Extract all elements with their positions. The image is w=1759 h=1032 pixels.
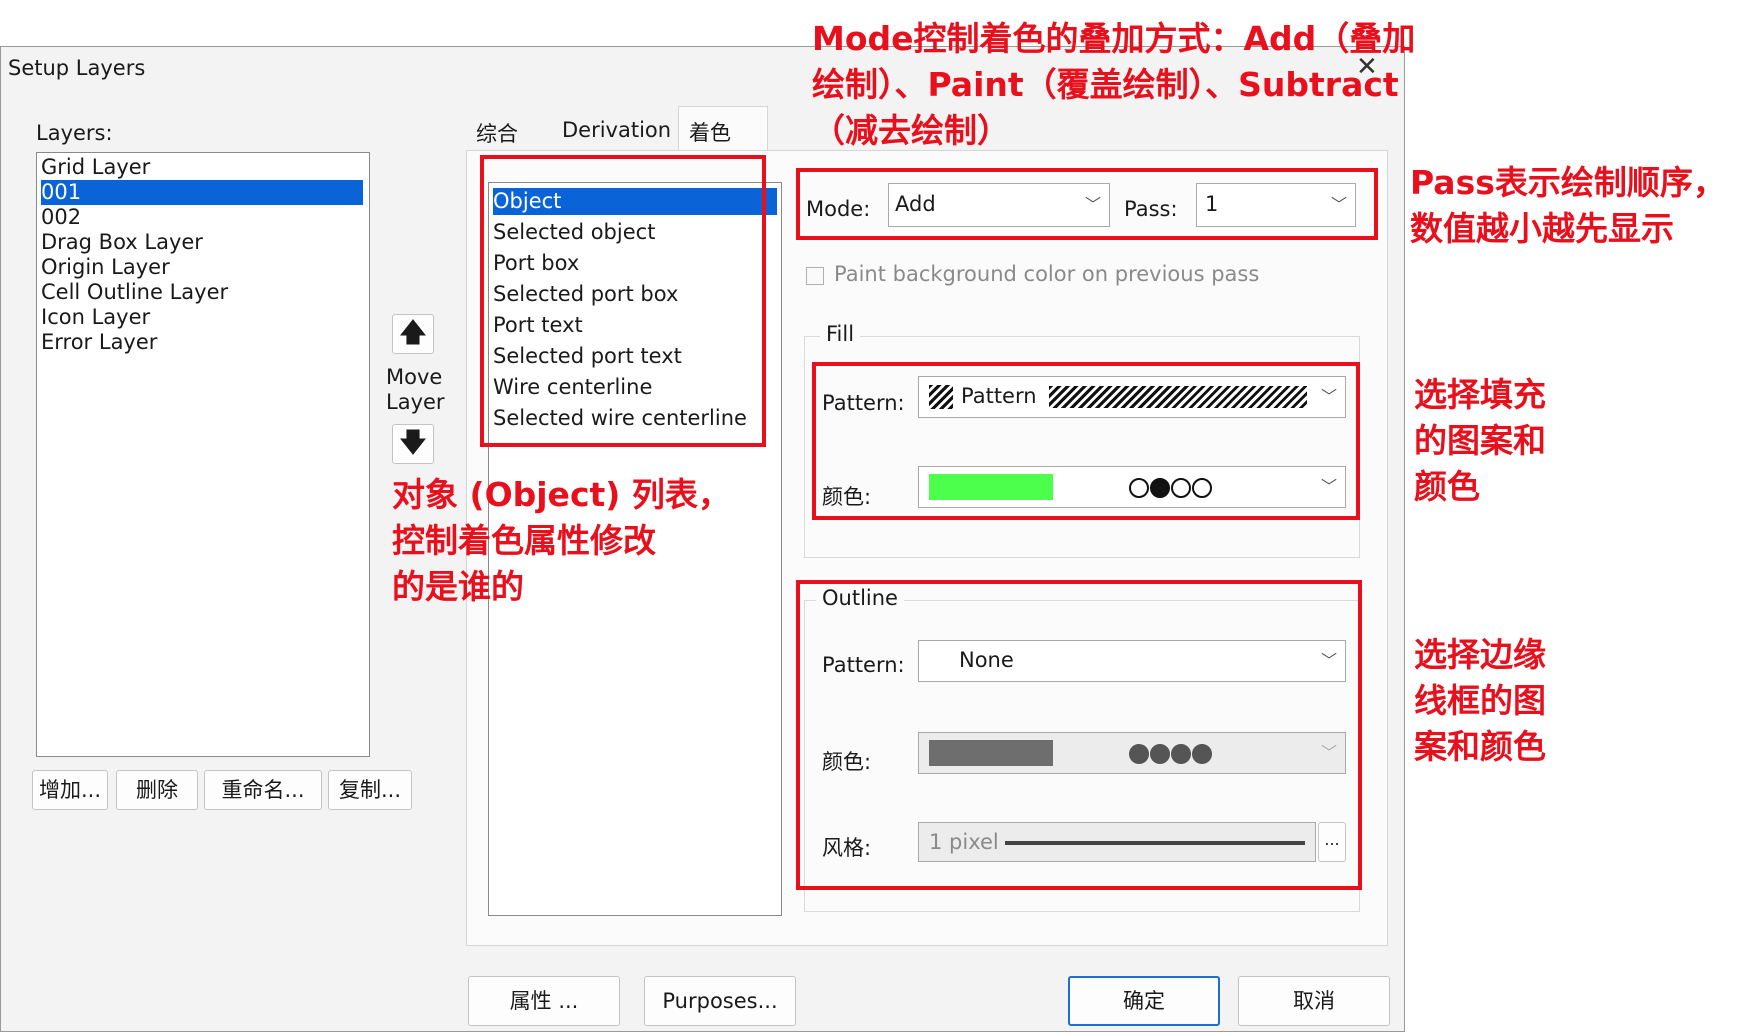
outline-annotation-line: 案和颜色 xyxy=(1414,727,1546,766)
outline-highlight xyxy=(796,580,1362,890)
move-up-arrow-icon[interactable]: 🡅 xyxy=(392,314,434,354)
fill-annotation-line: 的图案和 xyxy=(1414,421,1546,460)
layer-item[interactable]: 002 xyxy=(41,205,81,230)
dialog-title: Setup Layers xyxy=(8,56,146,80)
tab-derivation-label: Derivation xyxy=(562,118,672,142)
object-annotation-line: 的是谁的 xyxy=(392,567,524,606)
rename-layer-button[interactable]: 重命名... xyxy=(204,770,322,810)
layers-label: Layers: xyxy=(36,121,113,145)
fill-highlight xyxy=(812,362,1360,520)
move-down-arrow-icon[interactable]: 🡇 xyxy=(392,424,434,464)
outline-annotation-line: 线框的图 xyxy=(1414,681,1546,720)
fill-group-label: Fill xyxy=(820,322,861,346)
layer-item[interactable]: Origin Layer xyxy=(41,255,170,280)
layer-item[interactable]: Error Layer xyxy=(41,330,157,355)
layers-listbox[interactable]: Grid Layer 001 002 Drag Box Layer Origin… xyxy=(36,152,370,757)
layer-item-selected[interactable]: 001 xyxy=(41,180,363,205)
object-annotation: 对象 (Object) 列表， 控制着色属性修改 的是谁的 xyxy=(392,472,731,610)
object-list-highlight xyxy=(480,155,766,447)
pass-annotation: Pass表示绘制顺序， 数值越小越先显示 xyxy=(1410,160,1726,252)
move-layer-label-2: Layer xyxy=(386,390,445,414)
outline-annotation: 选择边缘 线框的图 案和颜色 xyxy=(1414,632,1546,770)
fill-annotation-line: 选择填充 xyxy=(1414,375,1546,414)
mode-annotation-line: Mode控制着色的叠加方式：Add（叠加 xyxy=(812,19,1416,58)
object-annotation-line: 对象 (Object) 列表， xyxy=(392,475,731,514)
purposes-button[interactable]: Purposes... xyxy=(644,976,796,1026)
fill-annotation-line: 颜色 xyxy=(1414,467,1480,506)
mode-pass-highlight xyxy=(796,168,1378,240)
layer-item[interactable]: Drag Box Layer xyxy=(41,230,203,255)
paint-background-label: Paint background color on previous pass xyxy=(834,262,1260,286)
delete-layer-button[interactable]: 删除 xyxy=(116,770,198,810)
properties-button[interactable]: 属性 ... xyxy=(468,976,620,1026)
copy-layer-button[interactable]: 复制... xyxy=(328,770,412,810)
tab-general-label: 综合 xyxy=(476,122,518,146)
pass-annotation-line: Pass表示绘制顺序， xyxy=(1410,163,1726,202)
tab-derivation[interactable]: Derivation xyxy=(558,110,678,151)
layer-item[interactable]: Icon Layer xyxy=(41,305,150,330)
ok-button[interactable]: 确定 xyxy=(1068,976,1220,1026)
layer-item[interactable]: Cell Outline Layer xyxy=(41,280,228,305)
tab-general[interactable]: 综合 xyxy=(468,110,558,151)
object-annotation-line: 控制着色属性修改 xyxy=(392,521,656,560)
paint-background-checkbox[interactable] xyxy=(806,267,824,285)
fill-annotation: 选择填充 的图案和 颜色 xyxy=(1414,372,1546,510)
mode-annotation-line: （减去绘制） xyxy=(812,111,1010,150)
outline-annotation-line: 选择边缘 xyxy=(1414,635,1546,674)
move-layer-label-1: Move xyxy=(386,365,443,389)
layer-item[interactable]: Grid Layer xyxy=(41,155,150,180)
add-layer-button[interactable]: 增加... xyxy=(32,770,108,810)
mode-annotation: Mode控制着色的叠加方式：Add（叠加 绘制）、Paint（覆盖绘制）、Sub… xyxy=(812,16,1415,154)
tab-coloring[interactable]: 着色 xyxy=(678,106,768,152)
pass-annotation-line: 数值越小越先显示 xyxy=(1410,209,1674,248)
cancel-button[interactable]: 取消 xyxy=(1238,976,1390,1026)
tab-coloring-label: 着色 xyxy=(689,121,731,145)
mode-annotation-line: 绘制）、Paint（覆盖绘制）、Subtract xyxy=(812,65,1399,104)
